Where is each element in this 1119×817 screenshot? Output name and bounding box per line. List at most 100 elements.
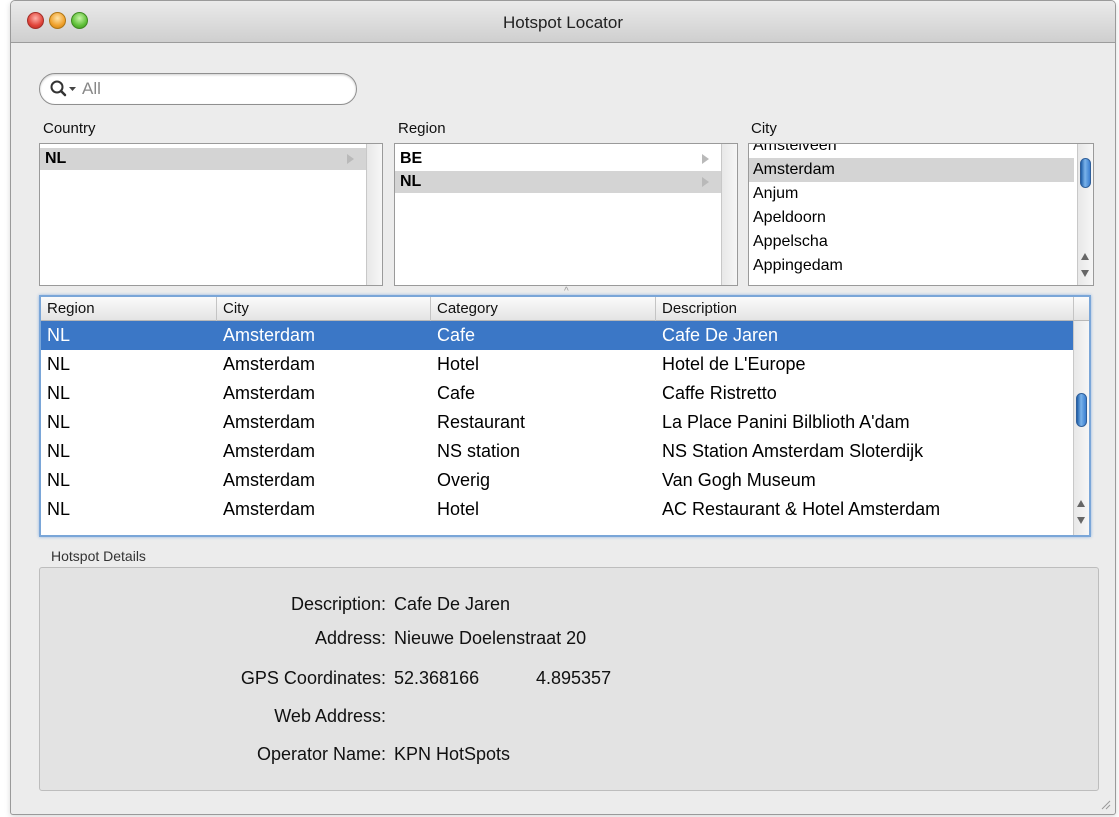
table-row[interactable]: NL Amsterdam Restaurant La Place Panini …	[41, 408, 1075, 437]
city-item[interactable]: Amstelveen	[749, 144, 1074, 158]
country-scrollbar[interactable]	[366, 144, 382, 285]
gps-row: GPS Coordinates: 52.368166 4.895357	[40, 666, 1098, 690]
region-item-label: BE	[400, 150, 423, 167]
cell-category: Overig	[437, 470, 491, 490]
cell-description: NS Station Amsterdam Sloterdijk	[662, 441, 924, 461]
region-scrollbar[interactable]	[721, 144, 737, 285]
cell-description: Cafe De Jaren	[662, 325, 779, 345]
cell-description: Hotel de L'Europe	[662, 354, 806, 374]
cell-city: Amsterdam	[223, 441, 316, 461]
table-row[interactable]: NL Amsterdam Hotel Hotel de L'Europe	[41, 350, 1075, 379]
cell-category: Hotel	[437, 354, 480, 374]
search-field[interactable]	[39, 73, 357, 105]
address-row: Address: Nieuwe Doelenstraat 20	[40, 626, 1098, 650]
gps-latitude: 52.368166	[394, 668, 480, 688]
scroll-up-arrow-icon[interactable]	[1077, 500, 1085, 507]
gps-label: GPS Coordinates:	[240, 668, 386, 688]
cell-category: Restaurant	[437, 412, 526, 432]
cell-category: Hotel	[437, 499, 480, 519]
cell-description: La Place Panini Bilblioth A'dam	[662, 412, 910, 432]
column-header-category[interactable]: Category	[431, 297, 656, 321]
city-scroll-knob[interactable]	[1080, 158, 1091, 188]
cell-region: NL	[47, 412, 71, 432]
table-row[interactable]: NL Amsterdam Overig Van Gogh Museum	[41, 466, 1075, 495]
disclosure-arrow-icon	[702, 154, 709, 164]
scroll-down-arrow-icon[interactable]	[1077, 517, 1085, 524]
cell-description: Caffe Ristretto	[662, 383, 777, 403]
city-browser-column[interactable]: Amstelveen Amsterdam Anjum Apeldoorn App…	[748, 143, 1094, 286]
cell-description: Van Gogh Museum	[662, 470, 816, 490]
table-scroll-arrows[interactable]	[1073, 495, 1089, 531]
cell-category: Cafe	[437, 383, 476, 403]
scroll-down-arrow-icon[interactable]	[1081, 270, 1089, 277]
table-row[interactable]: NL Amsterdam Hotel AC Restaurant & Hotel…	[41, 495, 1075, 524]
gps-longitude: 4.895357	[536, 668, 612, 688]
cell-category: NS station	[437, 441, 521, 461]
description-value: Cafe De Jaren	[394, 594, 511, 614]
hotspot-details-box: Description: Cafe De Jaren Address: Nieu…	[39, 567, 1099, 791]
column-header-city[interactable]: City	[217, 297, 431, 321]
disclosure-arrow-icon	[347, 154, 354, 164]
cell-region: NL	[47, 441, 71, 461]
country-browser-column[interactable]: NL	[39, 143, 383, 286]
cell-category: Cafe	[437, 325, 476, 345]
hotspot-table[interactable]: Region City Category Description NL Amst…	[39, 295, 1091, 537]
cell-description: AC Restaurant & Hotel Amsterdam	[662, 499, 941, 519]
city-column-label: City	[751, 120, 777, 137]
cell-city: Amsterdam	[223, 470, 316, 490]
city-item[interactable]: Apeldoorn	[749, 206, 1074, 230]
region-item-nl[interactable]: NL	[395, 171, 722, 193]
cell-city: Amsterdam	[223, 325, 316, 345]
cell-region: NL	[47, 325, 71, 345]
description-label: Description:	[290, 594, 386, 614]
cell-region: NL	[47, 383, 71, 403]
country-column-label: Country	[43, 120, 96, 137]
city-scroll-arrows[interactable]	[1077, 248, 1093, 284]
web-address-label: Web Address:	[274, 706, 386, 726]
cell-city: Amsterdam	[223, 383, 316, 403]
operator-value: KPN HotSpots	[394, 744, 511, 764]
cell-city: Amsterdam	[223, 412, 316, 432]
region-column-label: Region	[398, 120, 446, 137]
table-row-selected[interactable]: NL Amsterdam Cafe Cafe De Jaren	[41, 321, 1075, 350]
region-item-label: NL	[400, 173, 422, 190]
resize-grip-icon[interactable]	[1099, 798, 1111, 810]
column-header-description[interactable]: Description	[656, 297, 1075, 321]
cell-city: Amsterdam	[223, 354, 316, 374]
table-header-corner	[1073, 297, 1089, 321]
cell-city: Amsterdam	[223, 499, 316, 519]
table-header: Region City Category Description	[41, 297, 1089, 321]
description-row: Description: Cafe De Jaren	[40, 592, 1098, 616]
country-item-label: NL	[45, 150, 67, 167]
search-icon[interactable]	[49, 79, 79, 99]
table-scroll-knob[interactable]	[1076, 393, 1087, 427]
city-item[interactable]: Appelscha	[749, 230, 1074, 254]
hotspot-locator-window: Hotspot Locator Country Region City NL B…	[10, 0, 1116, 815]
table-row[interactable]: NL Amsterdam NS station NS Station Amste…	[41, 437, 1075, 466]
disclosure-arrow-icon	[702, 177, 709, 187]
split-view-divider-handle[interactable]: ^	[564, 286, 570, 297]
city-item[interactable]: Appingedam	[749, 254, 1074, 278]
search-input[interactable]	[82, 78, 342, 100]
address-label: Address:	[314, 628, 386, 648]
region-item-be[interactable]: BE	[395, 148, 722, 170]
table-scrollbar[interactable]	[1073, 321, 1089, 535]
city-scrollbar[interactable]	[1077, 144, 1093, 285]
web-address-row: Web Address:	[40, 704, 1098, 728]
scroll-up-arrow-icon[interactable]	[1081, 253, 1089, 260]
country-item-nl[interactable]: NL	[40, 148, 367, 170]
address-value: Nieuwe Doelenstraat 20	[394, 628, 587, 648]
city-item[interactable]: Anjum	[749, 182, 1074, 206]
cell-region: NL	[47, 470, 71, 490]
hotspot-details-label: Hotspot Details	[51, 548, 146, 564]
cell-region: NL	[47, 354, 71, 374]
operator-label: Operator Name:	[256, 744, 386, 764]
cell-region: NL	[47, 499, 71, 519]
window-title: Hotspot Locator	[502, 13, 623, 32]
region-browser-column[interactable]: BE NL	[394, 143, 738, 286]
table-row[interactable]: NL Amsterdam Cafe Caffe Ristretto	[41, 379, 1075, 408]
city-item-selected[interactable]: Amsterdam	[749, 158, 1074, 182]
column-header-region[interactable]: Region	[41, 297, 217, 321]
title-bar[interactable]: Hotspot Locator	[11, 1, 1115, 43]
operator-row: Operator Name: KPN HotSpots	[40, 742, 1098, 766]
